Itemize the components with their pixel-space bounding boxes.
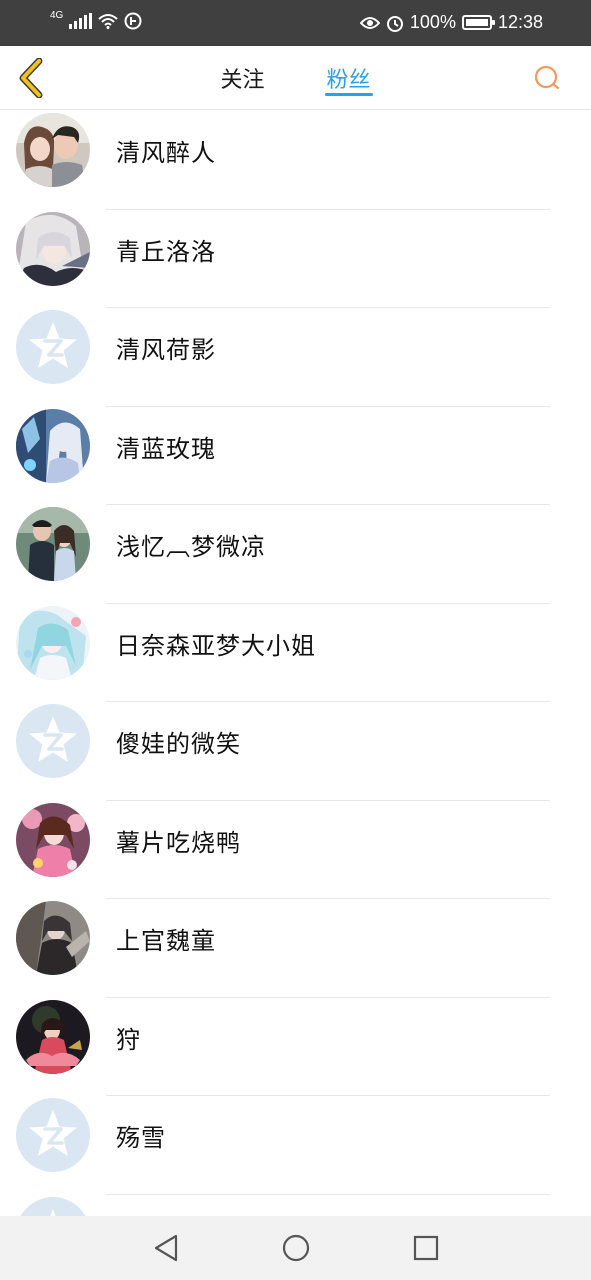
status-right: 100% 12:38	[359, 12, 543, 33]
nav-recents-button[interactable]	[406, 1228, 446, 1268]
status-bar: 4G 100% 12:38	[0, 0, 591, 46]
fan-list-item[interactable]: 殇雪	[0, 1096, 591, 1195]
fan-nickname: 清风醉人	[116, 139, 216, 167]
tab-following[interactable]: 关注	[218, 46, 266, 110]
avatar[interactable]	[16, 211, 90, 286]
wifi-icon	[98, 13, 119, 29]
fan-nickname: 上官魏童	[116, 927, 216, 955]
fan-nickname: 傻娃的微笑	[116, 730, 241, 758]
nav-back-button[interactable]	[146, 1228, 186, 1268]
avatar[interactable]	[16, 999, 90, 1074]
triangle-back-icon	[154, 1234, 177, 1262]
battery-icon	[461, 15, 495, 30]
fan-nickname: 浅忆︹梦微凉	[116, 533, 266, 561]
fan-list-item[interactable]: 日奈森亚梦大小姐	[0, 604, 591, 702]
default-avatar-icon	[29, 1110, 77, 1156]
circle-home-icon	[282, 1234, 309, 1262]
fans-list: 清风醉人青丘洛洛清风荷影清蓝玫瑰浅忆︹梦微凉日奈森亚梦大小姐 傻娃的微笑薯片吃烧鸭…	[0, 111, 591, 1216]
battery-percent: 100%	[409, 12, 456, 32]
fan-nickname: 狩	[116, 1025, 141, 1054]
fan-nickname: 清蓝玫瑰	[116, 434, 216, 463]
data-saver-icon	[124, 12, 142, 30]
clock: 12:38	[497, 12, 543, 32]
status-left: 4G	[50, 9, 142, 30]
default-avatar-icon	[29, 322, 77, 368]
fan-list-item[interactable]: 清风荷影	[0, 308, 591, 407]
fan-list-item[interactable]: 狩	[0, 998, 591, 1096]
default-avatar[interactable]	[16, 1098, 90, 1172]
fan-list-item[interactable]: 傻娃的微笑	[0, 702, 591, 801]
eye-icon	[359, 16, 380, 30]
search-icon	[534, 65, 560, 90]
fan-list-item[interactable]: 上官魏童	[0, 899, 591, 998]
avatar[interactable]	[16, 507, 90, 581]
fan-list-item[interactable]	[0, 1195, 591, 1216]
avatar[interactable]	[16, 901, 90, 975]
default-avatar[interactable]	[16, 704, 90, 778]
square-recents-icon	[413, 1235, 438, 1261]
default-avatar-icon	[50, 1208, 56, 1216]
network-type: 4G	[50, 9, 64, 21]
signal-icon	[69, 13, 93, 29]
fan-nickname: 薯片吃烧鸭	[116, 828, 241, 857]
search-button[interactable]	[529, 60, 565, 96]
avatar[interactable]	[16, 113, 90, 187]
fan-nickname: 日奈森亚梦大小姐	[116, 631, 316, 660]
avatar[interactable]	[16, 605, 90, 680]
fan-list-item[interactable]: 青丘洛洛	[0, 210, 591, 308]
fan-list-item[interactable]: 薯片吃烧鸭	[0, 801, 591, 899]
avatar[interactable]	[16, 408, 90, 483]
tab-bar: 关注 粉丝	[0, 46, 591, 110]
fan-nickname: 清风荷影	[116, 336, 216, 364]
alarm-icon	[386, 14, 404, 32]
navigation-bar	[0, 1216, 591, 1280]
default-avatar[interactable]	[16, 1196, 90, 1216]
avatar[interactable]	[16, 802, 90, 877]
default-avatar[interactable]	[16, 310, 90, 384]
default-avatar-icon	[29, 716, 77, 762]
active-tab-indicator	[324, 93, 373, 96]
fan-list-item[interactable]: 清风醉人	[0, 111, 591, 210]
fan-nickname: 殇雪	[116, 1124, 166, 1152]
fan-list-item[interactable]: 浅忆︹梦微凉	[0, 505, 591, 604]
tab-following-label: 关注	[220, 68, 265, 93]
fan-nickname: 青丘洛洛	[116, 237, 216, 266]
tab-fans[interactable]: 粉丝	[324, 46, 373, 110]
header: 关注 粉丝	[0, 46, 591, 110]
tab-fans-label: 粉丝	[326, 68, 371, 93]
nav-home-button[interactable]	[276, 1228, 316, 1268]
fan-list-item[interactable]: 清蓝玫瑰	[0, 407, 591, 505]
